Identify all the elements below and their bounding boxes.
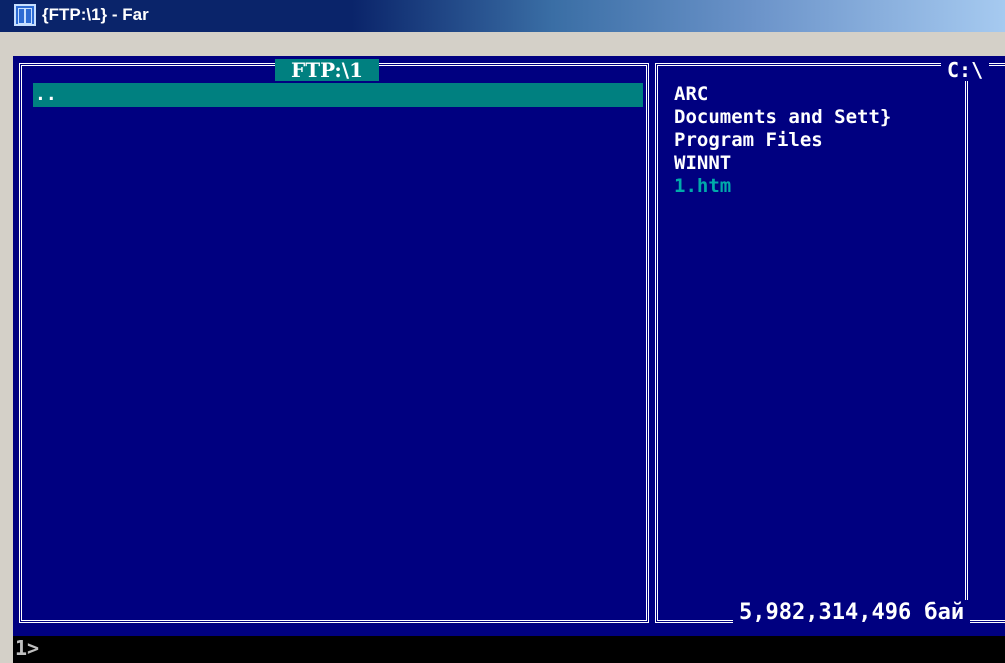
list-item[interactable]: Program Files xyxy=(674,129,891,152)
command-prompt: 1> xyxy=(15,636,40,660)
list-item[interactable]: 1.htm xyxy=(674,175,891,198)
far-manager-icon[interactable] xyxy=(14,4,36,26)
left-panel-cursor-row[interactable]: .. xyxy=(33,83,643,107)
free-space-info: 5,982,314,496 бай xyxy=(733,600,971,625)
command-line[interactable]: 1> xyxy=(13,636,1005,663)
right-panel-file-list[interactable]: ARC Documents and Sett} Program Files WI… xyxy=(674,83,891,198)
left-panel[interactable] xyxy=(19,63,649,623)
title-bar[interactable]: {FTP:\1} - Far xyxy=(0,0,1005,32)
right-panel-column-divider xyxy=(965,66,968,621)
list-item[interactable]: ARC xyxy=(674,83,891,106)
right-panel-title[interactable]: C:\ xyxy=(941,59,990,81)
left-panel-title[interactable]: FTP:\1 xyxy=(275,59,380,81)
list-item[interactable]: WINNT xyxy=(674,152,891,175)
window-title: {FTP:\1} - Far xyxy=(42,5,149,24)
parent-dir-item[interactable]: .. xyxy=(33,84,57,105)
console-area[interactable]: FTP:\1 .. C:\ ARC Documents and Sett} Pr… xyxy=(13,56,1005,663)
list-item[interactable]: Documents and Sett} xyxy=(674,106,891,129)
